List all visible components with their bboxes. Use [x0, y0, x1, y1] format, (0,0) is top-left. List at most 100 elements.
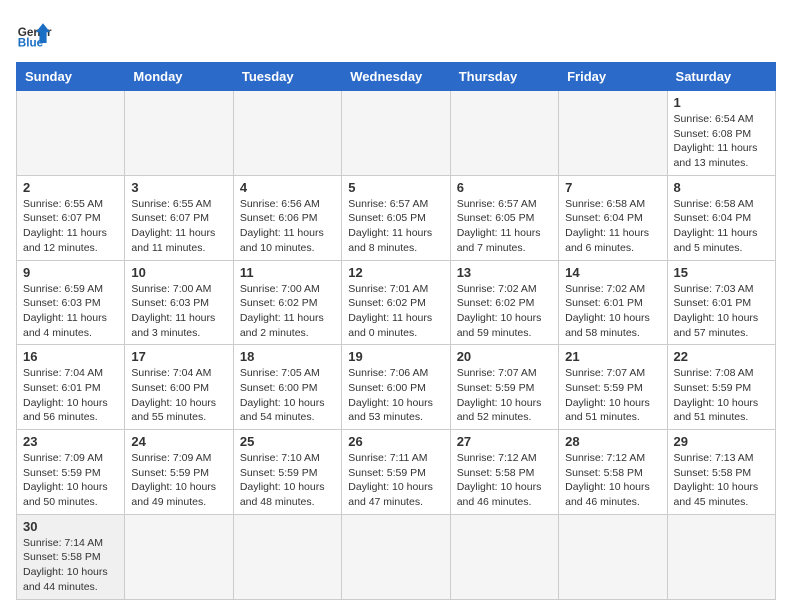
day-info: Sunrise: 7:07 AM Sunset: 5:59 PM Dayligh… — [565, 366, 660, 425]
calendar-cell: 22 Sunrise: 7:08 AM Sunset: 5:59 PM Dayli… — [667, 345, 775, 430]
day-number: 16 — [23, 349, 118, 364]
calendar-cell: 16 Sunrise: 7:04 AM Sunset: 6:01 PM Dayli… — [17, 345, 125, 430]
weekday-header-tuesday: Tuesday — [233, 63, 341, 91]
calendar-cell: 10 Sunrise: 7:00 AM Sunset: 6:03 PM Dayli… — [125, 260, 233, 345]
week-row-2: 9 Sunrise: 6:59 AM Sunset: 6:03 PM Daylig… — [17, 260, 776, 345]
day-number: 20 — [457, 349, 552, 364]
calendar-cell: 27Sunrise: 7:12 AM Sunset: 5:58 PM Dayli… — [450, 430, 558, 515]
day-info: Sunrise: 7:07 AM Sunset: 5:59 PM Dayligh… — [457, 366, 552, 425]
day-info: Sunrise: 7:04 AM Sunset: 6:00 PM Dayligh… — [131, 366, 226, 425]
calendar-cell: 20 Sunrise: 7:07 AM Sunset: 5:59 PM Dayli… — [450, 345, 558, 430]
calendar: SundayMondayTuesdayWednesdayThursdayFrid… — [16, 62, 776, 600]
calendar-cell — [559, 91, 667, 176]
calendar-cell: 12 Sunrise: 7:01 AM Sunset: 6:02 PM Dayli… — [342, 260, 450, 345]
calendar-cell: 13 Sunrise: 7:02 AM Sunset: 6:02 PM Dayli… — [450, 260, 558, 345]
day-number: 9 — [23, 265, 118, 280]
day-number: 7 — [565, 180, 660, 195]
day-info: Sunrise: 7:05 AM Sunset: 6:00 PM Dayligh… — [240, 366, 335, 425]
week-row-5: 30Sunrise: 7:14 AM Sunset: 5:58 PM Dayli… — [17, 514, 776, 599]
logo: General Blue — [16, 16, 52, 52]
calendar-cell: 21 Sunrise: 7:07 AM Sunset: 5:59 PM Dayli… — [559, 345, 667, 430]
day-info: Sunrise: 6:58 AM Sunset: 6:04 PM Dayligh… — [674, 197, 769, 256]
day-info: Sunrise: 6:57 AM Sunset: 6:05 PM Dayligh… — [348, 197, 443, 256]
day-info: Sunrise: 7:00 AM Sunset: 6:03 PM Dayligh… — [131, 282, 226, 341]
calendar-cell: 2 Sunrise: 6:55 AM Sunset: 6:07 PM Daylig… — [17, 175, 125, 260]
day-info: Sunrise: 6:58 AM Sunset: 6:04 PM Dayligh… — [565, 197, 660, 256]
calendar-cell: 29 Sunrise: 7:13 AM Sunset: 5:58 PM Dayli… — [667, 430, 775, 515]
day-number: 29 — [674, 434, 769, 449]
day-info: Sunrise: 7:13 AM Sunset: 5:58 PM Dayligh… — [674, 451, 769, 510]
day-number: 11 — [240, 265, 335, 280]
calendar-cell: 15 Sunrise: 7:03 AM Sunset: 6:01 PM Dayli… — [667, 260, 775, 345]
day-info: Sunrise: 6:56 AM Sunset: 6:06 PM Dayligh… — [240, 197, 335, 256]
day-number: 18 — [240, 349, 335, 364]
calendar-cell: 28Sunrise: 7:12 AM Sunset: 5:58 PM Dayli… — [559, 430, 667, 515]
day-info: Sunrise: 7:06 AM Sunset: 6:00 PM Dayligh… — [348, 366, 443, 425]
day-number: 30 — [23, 519, 118, 534]
day-info: Sunrise: 6:55 AM Sunset: 6:07 PM Dayligh… — [23, 197, 118, 256]
week-row-0: 1 Sunrise: 6:54 AM Sunset: 6:08 PM Daylig… — [17, 91, 776, 176]
day-info: Sunrise: 7:11 AM Sunset: 5:59 PM Dayligh… — [348, 451, 443, 510]
calendar-cell: 30Sunrise: 7:14 AM Sunset: 5:58 PM Dayli… — [17, 514, 125, 599]
calendar-cell — [17, 91, 125, 176]
day-number: 14 — [565, 265, 660, 280]
day-info: Sunrise: 7:01 AM Sunset: 6:02 PM Dayligh… — [348, 282, 443, 341]
logo-icon: General Blue — [16, 16, 52, 52]
calendar-cell — [233, 514, 341, 599]
day-number: 22 — [674, 349, 769, 364]
day-number: 8 — [674, 180, 769, 195]
calendar-cell — [125, 91, 233, 176]
calendar-cell: 24Sunrise: 7:09 AM Sunset: 5:59 PM Dayli… — [125, 430, 233, 515]
weekday-header-thursday: Thursday — [450, 63, 558, 91]
day-number: 21 — [565, 349, 660, 364]
calendar-cell — [450, 91, 558, 176]
day-number: 13 — [457, 265, 552, 280]
calendar-cell: 1 Sunrise: 6:54 AM Sunset: 6:08 PM Daylig… — [667, 91, 775, 176]
calendar-cell: 23Sunrise: 7:09 AM Sunset: 5:59 PM Dayli… — [17, 430, 125, 515]
calendar-cell: 8 Sunrise: 6:58 AM Sunset: 6:04 PM Daylig… — [667, 175, 775, 260]
day-info: Sunrise: 7:00 AM Sunset: 6:02 PM Dayligh… — [240, 282, 335, 341]
weekday-header-wednesday: Wednesday — [342, 63, 450, 91]
calendar-cell: 9 Sunrise: 6:59 AM Sunset: 6:03 PM Daylig… — [17, 260, 125, 345]
day-info: Sunrise: 6:54 AM Sunset: 6:08 PM Dayligh… — [674, 112, 769, 171]
week-row-1: 2 Sunrise: 6:55 AM Sunset: 6:07 PM Daylig… — [17, 175, 776, 260]
day-info: Sunrise: 6:57 AM Sunset: 6:05 PM Dayligh… — [457, 197, 552, 256]
day-number: 5 — [348, 180, 443, 195]
day-number: 19 — [348, 349, 443, 364]
day-number: 2 — [23, 180, 118, 195]
day-number: 26 — [348, 434, 443, 449]
day-number: 6 — [457, 180, 552, 195]
day-number: 23 — [23, 434, 118, 449]
calendar-cell: 25Sunrise: 7:10 AM Sunset: 5:59 PM Dayli… — [233, 430, 341, 515]
day-info: Sunrise: 7:03 AM Sunset: 6:01 PM Dayligh… — [674, 282, 769, 341]
day-number: 10 — [131, 265, 226, 280]
day-number: 1 — [674, 95, 769, 110]
weekday-header-monday: Monday — [125, 63, 233, 91]
day-number: 17 — [131, 349, 226, 364]
day-info: Sunrise: 6:59 AM Sunset: 6:03 PM Dayligh… — [23, 282, 118, 341]
calendar-cell — [342, 91, 450, 176]
calendar-cell: 26 Sunrise: 7:11 AM Sunset: 5:59 PM Dayli… — [342, 430, 450, 515]
calendar-cell: 5 Sunrise: 6:57 AM Sunset: 6:05 PM Daylig… — [342, 175, 450, 260]
day-number: 12 — [348, 265, 443, 280]
day-number: 3 — [131, 180, 226, 195]
day-info: Sunrise: 6:55 AM Sunset: 6:07 PM Dayligh… — [131, 197, 226, 256]
calendar-cell: 4Sunrise: 6:56 AM Sunset: 6:06 PM Daylig… — [233, 175, 341, 260]
calendar-cell — [125, 514, 233, 599]
day-info: Sunrise: 7:02 AM Sunset: 6:02 PM Dayligh… — [457, 282, 552, 341]
day-info: Sunrise: 7:08 AM Sunset: 5:59 PM Dayligh… — [674, 366, 769, 425]
day-info: Sunrise: 7:09 AM Sunset: 5:59 PM Dayligh… — [131, 451, 226, 510]
calendar-cell — [450, 514, 558, 599]
calendar-cell — [667, 514, 775, 599]
day-info: Sunrise: 7:12 AM Sunset: 5:58 PM Dayligh… — [565, 451, 660, 510]
day-number: 15 — [674, 265, 769, 280]
header: General Blue — [16, 16, 776, 52]
weekday-header-friday: Friday — [559, 63, 667, 91]
day-info: Sunrise: 7:12 AM Sunset: 5:58 PM Dayligh… — [457, 451, 552, 510]
day-info: Sunrise: 7:10 AM Sunset: 5:59 PM Dayligh… — [240, 451, 335, 510]
calendar-cell: 14 Sunrise: 7:02 AM Sunset: 6:01 PM Dayli… — [559, 260, 667, 345]
weekday-header-sunday: Sunday — [17, 63, 125, 91]
day-info: Sunrise: 7:02 AM Sunset: 6:01 PM Dayligh… — [565, 282, 660, 341]
day-info: Sunrise: 7:04 AM Sunset: 6:01 PM Dayligh… — [23, 366, 118, 425]
calendar-cell: 19 Sunrise: 7:06 AM Sunset: 6:00 PM Dayli… — [342, 345, 450, 430]
